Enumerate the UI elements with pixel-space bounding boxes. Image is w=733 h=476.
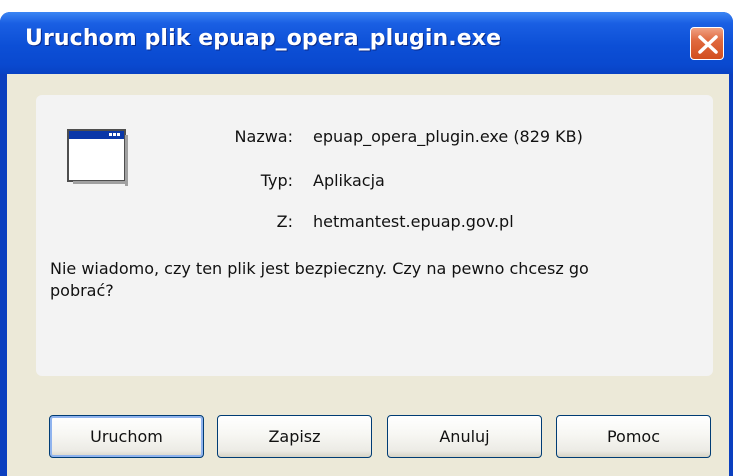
- cancel-button[interactable]: Anuluj: [387, 415, 542, 458]
- run-button[interactable]: Uruchom: [49, 415, 204, 458]
- type-value: Aplikacja: [313, 171, 385, 190]
- dialog-body: Nazwa: epuap_opera_plugin.exe (829 KB) T…: [7, 74, 729, 476]
- type-label: Typ:: [260, 171, 293, 190]
- close-icon: [698, 35, 718, 54]
- name-value: epuap_opera_plugin.exe (829 KB): [313, 127, 583, 146]
- window-title: Uruchom plik epuap_opera_plugin.exe: [25, 26, 502, 51]
- name-label: Nazwa:: [234, 127, 293, 146]
- close-button[interactable]: [690, 27, 724, 60]
- save-button[interactable]: Zapisz: [217, 415, 372, 458]
- application-window-icon: [67, 129, 128, 186]
- info-panel: Nazwa: epuap_opera_plugin.exe (829 KB) T…: [36, 95, 713, 376]
- title-bar[interactable]: Uruchom plik epuap_opera_plugin.exe: [0, 12, 733, 74]
- from-value: hetmantest.epuap.gov.pl: [313, 212, 514, 231]
- download-dialog-window: Uruchom plik epuap_opera_plugin.exe Nazw…: [0, 12, 733, 476]
- warning-message: Nie wiadomo, czy ten plik jest bezpieczn…: [50, 259, 589, 300]
- help-button[interactable]: Pomoc: [556, 415, 711, 458]
- from-label: Z:: [276, 212, 293, 231]
